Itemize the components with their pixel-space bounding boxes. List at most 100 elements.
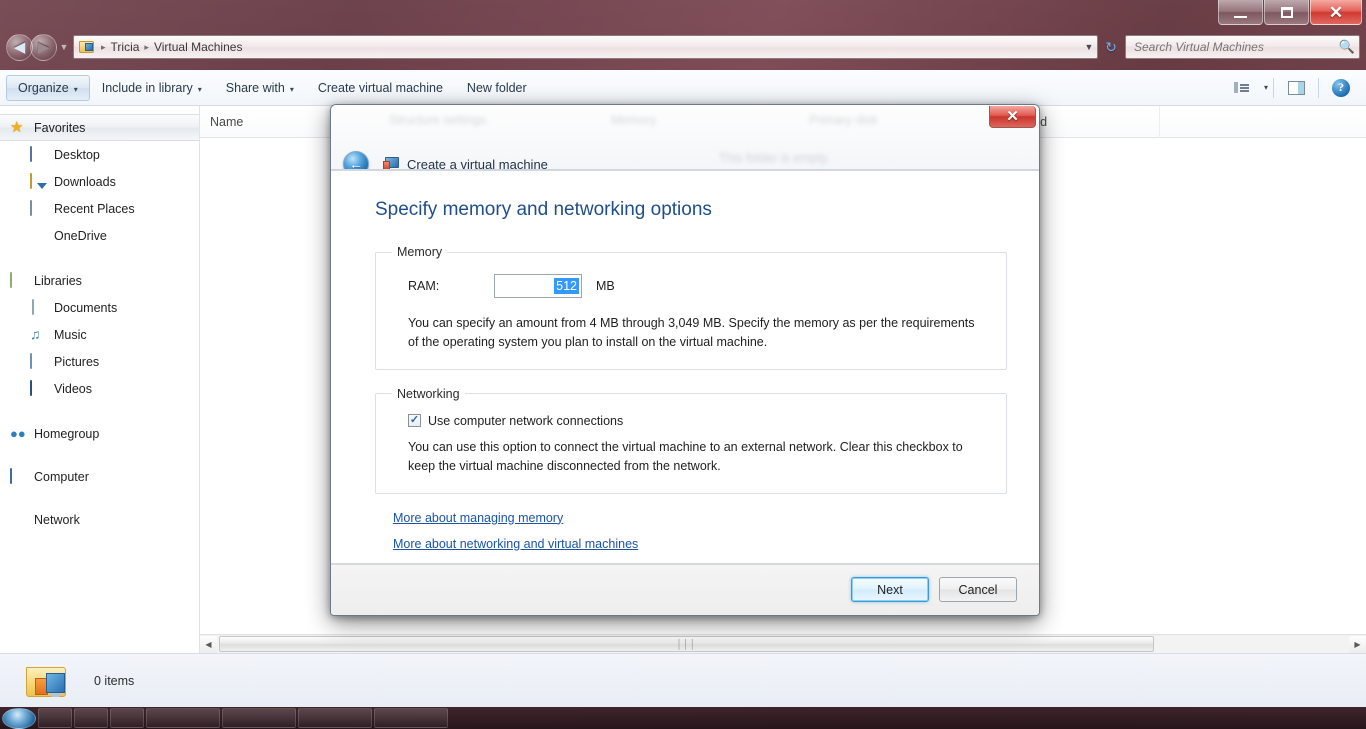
new-folder-button[interactable]: New folder xyxy=(455,75,539,101)
use-network-connections-label[interactable]: Use computer network connections xyxy=(428,414,623,428)
sidebar-item-music[interactable]: ♫ Music xyxy=(0,321,199,348)
dialog-back-button[interactable]: ← xyxy=(343,151,369,170)
taskbar-item[interactable] xyxy=(146,708,220,728)
sidebar-item-downloads[interactable]: Downloads xyxy=(0,168,199,195)
ram-value: 512 xyxy=(554,278,579,295)
ram-label: RAM: xyxy=(408,279,440,294)
scrollbar-grip-icon: │││ xyxy=(676,638,697,649)
minimize-button[interactable] xyxy=(1218,0,1263,25)
toolbar-divider xyxy=(1273,77,1274,98)
network-checkbox-row[interactable]: ✓ Use computer network connections xyxy=(408,414,990,428)
breadcrumb-separator: ▸ xyxy=(144,41,149,52)
sidebar-item-desktop[interactable]: Desktop xyxy=(0,141,199,168)
preview-pane-button[interactable] xyxy=(1279,75,1313,101)
breadcrumb-separator: ▸ xyxy=(101,41,106,52)
close-icon: ✕ xyxy=(1328,2,1344,22)
toolbar-divider xyxy=(1318,77,1319,98)
sidebar-label-pictures: Pictures xyxy=(54,354,100,369)
command-bar: Organize ▾ Include in library ▾ Share with… xyxy=(0,70,1366,106)
scrollbar-thumb[interactable]: │││ xyxy=(219,635,1154,652)
taskbar-item[interactable] xyxy=(374,708,448,728)
maximize-button[interactable] xyxy=(1264,0,1309,25)
sidebar-item-favorites[interactable]: ★ Favorites xyxy=(0,114,199,141)
dialog-body: Specify memory and networking options Me… xyxy=(331,170,1039,564)
sidebar-label-downloads: Downloads xyxy=(54,174,116,189)
back-button[interactable]: ◀ xyxy=(6,33,33,61)
desktop-icon xyxy=(30,146,32,162)
memory-group: Memory RAM: 512 MB You can specify an am… xyxy=(375,245,1007,370)
breadcrumb-item-virtual-machines[interactable]: Virtual Machines xyxy=(151,39,246,55)
dialog-close-button[interactable]: ✕ xyxy=(989,106,1036,128)
memory-group-legend: Memory xyxy=(397,245,443,260)
ghost-text: This folder is empty. xyxy=(719,151,830,165)
change-view-button[interactable] xyxy=(1225,75,1259,101)
recent-places-icon xyxy=(30,200,32,216)
networking-group-legend: Networking xyxy=(397,386,460,401)
use-network-connections-checkbox[interactable]: ✓ xyxy=(408,414,421,428)
dialog-title: Create a virtual machine xyxy=(407,157,548,171)
recent-pages-dropdown[interactable]: ▼ xyxy=(57,42,71,52)
link-more-about-networking[interactable]: More about networking and virtual machin… xyxy=(393,537,638,551)
scrollbar-track[interactable]: │││ xyxy=(217,635,1349,653)
virtual-machine-icon xyxy=(383,156,400,170)
sidebar-item-onedrive[interactable]: OneDrive xyxy=(0,222,199,249)
search-box[interactable]: 🔍 xyxy=(1125,35,1360,59)
ram-input[interactable]: 512 xyxy=(494,274,582,299)
refresh-icon: ↻ xyxy=(1105,38,1117,55)
taskbar-item[interactable] xyxy=(298,708,372,728)
videos-icon xyxy=(30,380,32,396)
sidebar-label-music: Music xyxy=(54,327,87,342)
sidebar-item-pictures[interactable]: Pictures xyxy=(0,348,199,375)
computer-icon xyxy=(10,468,12,484)
sidebar-item-network[interactable]: Network xyxy=(0,506,199,533)
sidebar-item-homegroup[interactable]: ●● Homegroup xyxy=(0,420,199,447)
ram-unit-label: MB xyxy=(596,279,615,294)
create-virtual-machine-button[interactable]: Create virtual machine xyxy=(306,75,455,101)
sidebar-label-computer: Computer xyxy=(34,469,89,484)
views-chevron-down-icon[interactable]: ▾ xyxy=(1264,83,1268,92)
new-folder-label: New folder xyxy=(466,80,527,95)
breadcrumb[interactable]: ▸ Tricia ▸ Virtual Machines ▼ xyxy=(73,35,1098,59)
search-input[interactable] xyxy=(1134,40,1339,54)
taskbar-item[interactable] xyxy=(38,708,72,728)
scroll-left-arrow-icon[interactable]: ◀ xyxy=(200,635,217,653)
sidebar-item-libraries[interactable]: Libraries xyxy=(0,267,199,294)
taskbar-item[interactable] xyxy=(110,708,144,728)
help-button[interactable]: ? xyxy=(1324,75,1358,101)
breadcrumb-folder-icon xyxy=(79,40,95,54)
networking-description: You can use this option to connect the v… xyxy=(408,439,963,474)
close-window-button[interactable]: ✕ xyxy=(1310,0,1362,25)
refresh-button[interactable]: ↻ xyxy=(1099,35,1123,59)
close-icon: ✕ xyxy=(1006,108,1019,125)
sidebar-label-recent-places: Recent Places xyxy=(54,201,135,216)
link-more-about-managing-memory[interactable]: More about managing memory xyxy=(393,511,563,525)
sidebar-item-recent-places[interactable]: Recent Places xyxy=(0,195,199,222)
sidebar-item-computer[interactable]: Computer xyxy=(0,463,199,490)
cancel-button[interactable]: Cancel xyxy=(939,577,1017,603)
sidebar-label-videos: Videos xyxy=(54,381,92,396)
checkmark-icon: ✓ xyxy=(409,414,420,427)
libraries-icon xyxy=(10,272,12,288)
share-with-button[interactable]: Share with ▾ xyxy=(214,75,306,101)
start-button[interactable] xyxy=(2,707,36,729)
include-in-library-button[interactable]: Include in library ▾ xyxy=(90,75,214,101)
forward-button[interactable]: ▶ xyxy=(30,33,57,61)
column-label-name: Name xyxy=(210,114,244,129)
chevron-down-icon[interactable]: ▼ xyxy=(1081,42,1097,52)
organize-button[interactable]: Organize ▾ xyxy=(6,74,90,101)
scroll-right-arrow-icon[interactable]: ▶ xyxy=(1349,635,1366,653)
horizontal-scrollbar[interactable]: ◀ │││ ▶ xyxy=(200,634,1366,653)
homegroup-icon: ●● xyxy=(10,426,26,441)
dialog-titlebar: Structure settings Memory Primary disk T… xyxy=(331,105,1039,171)
maximize-icon xyxy=(1280,6,1293,18)
dialog-heading: Specify memory and networking options xyxy=(375,199,712,221)
address-bar-row: ◀ ▶ ▼ ▸ Tricia ▸ Virtual Machines ▼ ↻ 🔍 xyxy=(0,32,1366,62)
breadcrumb-item-tricia[interactable]: Tricia xyxy=(108,39,143,55)
taskbar-item[interactable] xyxy=(222,708,296,728)
sidebar-item-videos[interactable]: Videos xyxy=(0,375,199,402)
taskbar-item[interactable] xyxy=(74,708,108,728)
next-button[interactable]: Next xyxy=(851,577,929,603)
sidebar-item-documents[interactable]: Documents xyxy=(0,294,199,321)
